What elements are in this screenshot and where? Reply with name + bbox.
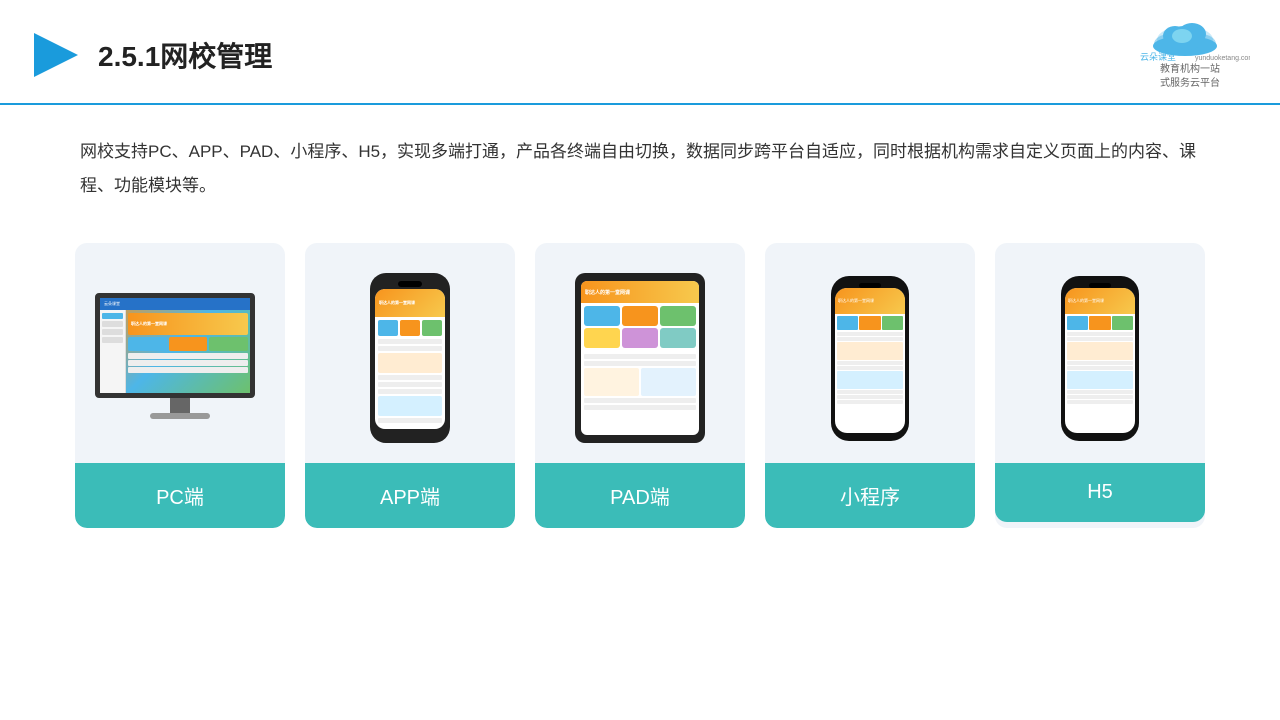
- svg-text:云朵课堂: 云朵课堂: [1140, 51, 1176, 62]
- card-app-label: APP端: [305, 463, 515, 528]
- svg-text:yunduoketang.com: yunduoketang.com: [1195, 55, 1250, 62]
- page-title: 2.5.1网校管理: [98, 35, 272, 75]
- logo-icon: 云朵课堂 yunduoketang.com: [1130, 18, 1250, 63]
- header-left: 2.5.1网校管理: [30, 29, 272, 81]
- card-pc-label: PC端: [75, 463, 285, 528]
- card-app-image: 职达人的第一堂网课: [305, 243, 515, 463]
- card-miniprogram: 职达人的第一堂网课: [765, 243, 975, 528]
- logo-area: 云朵课堂 yunduoketang.com 教育机构一站 式服务云平台: [1130, 18, 1250, 91]
- card-pad-image: 职达人的第一堂网课: [535, 243, 745, 463]
- card-miniprogram-image: 职达人的第一堂网课: [765, 243, 975, 463]
- cards-container: 云朵课堂 职达人的第一堂网课: [0, 213, 1280, 558]
- phone-device-app: 职达人的第一堂网课: [370, 273, 450, 443]
- card-app: 职达人的第一堂网课: [305, 243, 515, 528]
- card-pad-label: PAD端: [535, 463, 745, 528]
- phone-mini-device-mp: 职达人的第一堂网课: [831, 276, 909, 441]
- logo-tagline: 教育机构一站 式服务云平台: [1160, 63, 1220, 91]
- card-pad: 职达人的第一堂网课: [535, 243, 745, 528]
- play-icon: [30, 29, 82, 81]
- card-h5: 职达人的第一堂网课: [995, 243, 1205, 528]
- card-pc: 云朵课堂 职达人的第一堂网课: [75, 243, 285, 528]
- tablet-device: 职达人的第一堂网课: [575, 273, 705, 443]
- card-h5-label: H5: [995, 463, 1205, 522]
- header: 2.5.1网校管理 云朵课堂 yunduoketang.com 教育机构一站 式…: [0, 0, 1280, 105]
- card-pc-image: 云朵课堂 职达人的第一堂网课: [75, 243, 285, 463]
- card-miniprogram-label: 小程序: [765, 463, 975, 528]
- monitor-device: 云朵课堂 职达人的第一堂网课: [95, 293, 265, 423]
- phone-mini-device-h5: 职达人的第一堂网课: [1061, 276, 1139, 441]
- description-text: 网校支持PC、APP、PAD、小程序、H5，实现多端打通，产品各终端自由切换，数…: [0, 105, 1280, 213]
- card-h5-image: 职达人的第一堂网课: [995, 243, 1205, 463]
